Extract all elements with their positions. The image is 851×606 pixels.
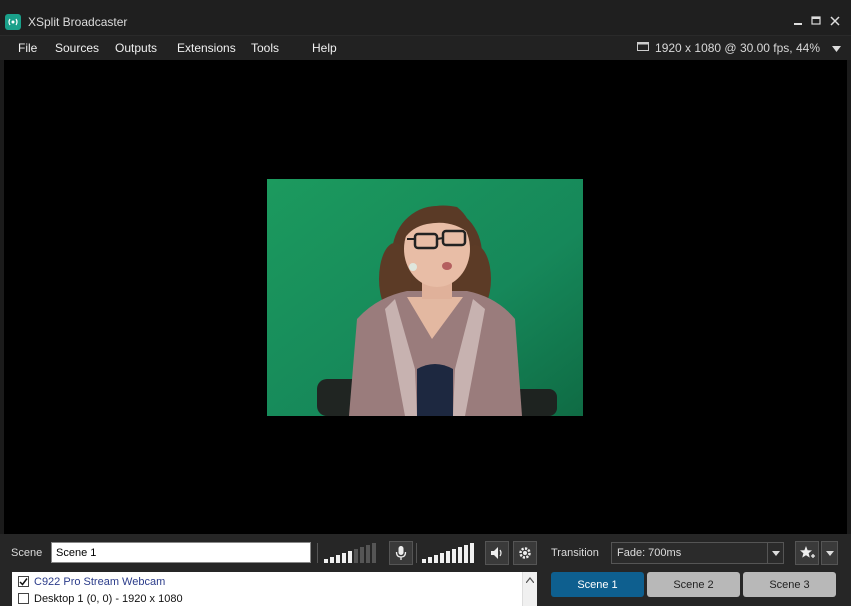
menu-bar: File Sources Outputs Extensions Tools He… bbox=[0, 36, 851, 60]
monitor-icon bbox=[637, 41, 650, 55]
add-transition-star-icon[interactable] bbox=[795, 541, 819, 565]
window-title: XSplit Broadcaster bbox=[28, 15, 128, 29]
speaker-icon[interactable] bbox=[485, 541, 509, 565]
scene-label: Scene bbox=[11, 547, 43, 559]
scene-1-button[interactable]: Scene 1 bbox=[551, 572, 644, 597]
close-icon[interactable] bbox=[828, 14, 842, 28]
menu-outputs[interactable]: Outputs bbox=[115, 41, 157, 55]
xsplit-logo-icon bbox=[5, 14, 21, 30]
speaker-volume-meter[interactable] bbox=[422, 543, 474, 563]
transition-select[interactable]: Fade: 700ms bbox=[611, 542, 784, 564]
scene-name-input[interactable]: Scene 1 bbox=[51, 542, 311, 563]
list-item[interactable]: Desktop 1 (0, 0) - 1920 x 1080 bbox=[18, 591, 183, 606]
maximize-icon[interactable] bbox=[809, 14, 823, 28]
microphone-icon[interactable] bbox=[389, 541, 413, 565]
scene-2-button[interactable]: Scene 2 bbox=[647, 572, 740, 597]
mic-volume-meter[interactable] bbox=[324, 543, 376, 563]
webcam-video-frame[interactable] bbox=[267, 179, 583, 416]
minimize-icon[interactable] bbox=[791, 14, 805, 28]
checkbox[interactable] bbox=[18, 593, 29, 604]
checkbox-checked[interactable] bbox=[18, 576, 29, 587]
source-label: C922 Pro Stream Webcam bbox=[34, 575, 166, 588]
resolution-selector[interactable]: 1920 x 1080 @ 30.00 fps, 44% bbox=[637, 41, 841, 55]
list-item[interactable]: C922 Pro Stream Webcam bbox=[18, 574, 165, 589]
menu-tools[interactable]: Tools bbox=[251, 41, 279, 55]
divider bbox=[317, 543, 318, 563]
menu-file[interactable]: File bbox=[18, 41, 37, 55]
gear-icon[interactable] bbox=[513, 541, 537, 565]
chevron-down-icon[interactable] bbox=[832, 41, 841, 55]
chevron-down-icon[interactable] bbox=[767, 543, 784, 563]
menu-extensions[interactable]: Extensions bbox=[177, 41, 236, 55]
title-bar: XSplit Broadcaster bbox=[0, 0, 851, 36]
transition-label: Transition bbox=[551, 547, 599, 559]
source-list[interactable]: C922 Pro Stream Webcam Desktop 1 (0, 0) … bbox=[12, 572, 537, 606]
menu-help[interactable]: Help bbox=[312, 41, 337, 55]
resolution-text: 1920 x 1080 @ 30.00 fps, 44% bbox=[655, 41, 820, 55]
source-label: Desktop 1 (0, 0) - 1920 x 1080 bbox=[34, 592, 183, 605]
scene-3-button[interactable]: Scene 3 bbox=[743, 572, 836, 597]
scrollbar[interactable] bbox=[522, 572, 537, 606]
menu-sources[interactable]: Sources bbox=[55, 41, 99, 55]
chevron-down-icon[interactable] bbox=[821, 541, 838, 565]
divider bbox=[416, 543, 417, 563]
